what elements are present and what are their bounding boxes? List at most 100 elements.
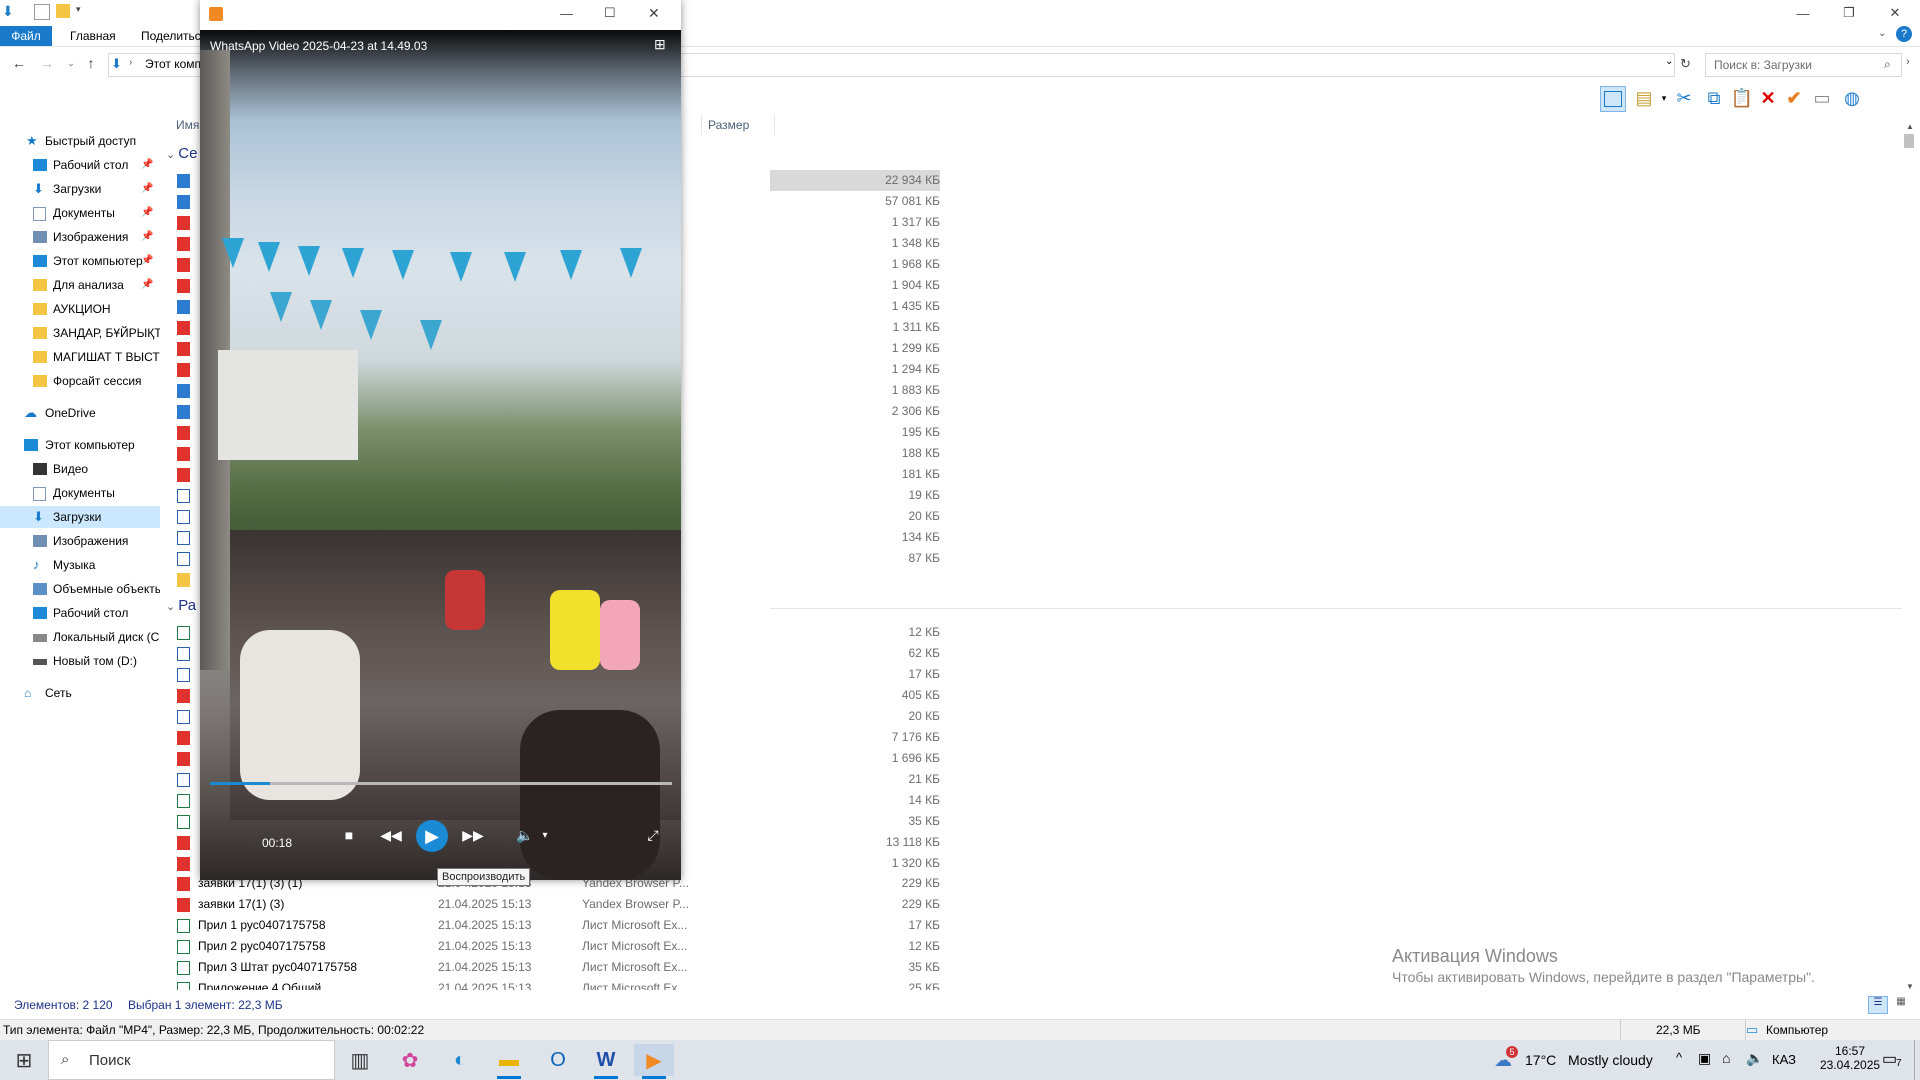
rewind-icon[interactable]: ◀◀	[378, 822, 404, 848]
address-dropdown-icon[interactable]: ⌄	[1665, 56, 1673, 67]
table-row[interactable]: Прил 2 рус0407175758 21.04.2025 15:13 Ли…	[170, 936, 950, 957]
nav-pc-documents[interactable]: Документы	[0, 482, 160, 504]
quick-access-dropdown-icon[interactable]: ▾	[76, 4, 81, 15]
file-explorer-icon[interactable]: ▬	[489, 1044, 529, 1079]
pdf-file-icon[interactable]	[177, 689, 190, 703]
search-input[interactable]: Поиск в: Загрузки ⌕	[1705, 53, 1902, 77]
properties-icon[interactable]	[34, 4, 50, 20]
nav-pc-video[interactable]: Видео	[0, 458, 160, 480]
tab-home[interactable]: Главная	[60, 26, 126, 46]
column-header-name[interactable]: Имя	[176, 115, 199, 135]
paste-icon[interactable]: 📋	[1730, 86, 1754, 110]
seek-bar[interactable]	[210, 782, 672, 785]
up-arrow-icon[interactable]: ↑	[82, 54, 100, 72]
word-file-icon[interactable]	[177, 773, 190, 787]
table-row[interactable]: Прил 1 рус0407175758 21.04.2025 15:13 Ли…	[170, 915, 950, 936]
nav-quick-folder[interactable]: АУКЦИОН	[0, 298, 160, 320]
pdf-file-icon[interactable]	[177, 752, 190, 766]
nav-pc-desktop[interactable]: Рабочий стол	[0, 602, 160, 624]
scroll-down-icon[interactable]: ▼	[1906, 982, 1914, 991]
network-icon[interactable]: ⌂	[1722, 1050, 1730, 1066]
group-header[interactable]: ⌄ Ра	[166, 597, 196, 614]
breadcrumb-chevron-icon[interactable]: ›	[129, 57, 132, 68]
word-file-icon[interactable]	[177, 647, 190, 661]
refresh-icon[interactable]: ↻	[1680, 56, 1691, 72]
excel-file-icon[interactable]	[177, 794, 190, 808]
back-arrow-icon[interactable]: ←	[10, 54, 28, 72]
nav-pc-music[interactable]: ♪ Музыка	[0, 554, 160, 576]
nav-quick-folder[interactable]: ЗАНДАР, БҰЙРЫҚТ	[0, 322, 160, 344]
word-file-icon[interactable]	[177, 531, 190, 545]
pdf-file-icon[interactable]	[177, 363, 190, 377]
pdf-file-icon[interactable]	[177, 321, 190, 335]
word-file-icon[interactable]	[177, 668, 190, 682]
new-folder-icon[interactable]	[56, 4, 70, 18]
delete-icon[interactable]: ✕	[1756, 86, 1780, 110]
rename-icon[interactable]: ▭	[1810, 86, 1834, 110]
help-icon[interactable]: ?	[1896, 26, 1912, 42]
media-player-icon[interactable]: ▶	[634, 1044, 674, 1079]
excel-file-icon[interactable]	[177, 815, 190, 829]
nav-this-pc[interactable]: Этот компьютер	[0, 434, 160, 456]
volume-icon[interactable]: 🔈	[1746, 1050, 1763, 1067]
tab-file[interactable]: Файл	[0, 26, 52, 46]
pdf-file-icon[interactable]	[177, 216, 190, 230]
word-icon[interactable]: W	[586, 1044, 626, 1079]
pdf-file-icon[interactable]	[177, 836, 190, 850]
video-file-icon[interactable]	[177, 405, 190, 419]
pdf-file-icon[interactable]	[177, 342, 190, 356]
pdf-file-icon[interactable]	[177, 279, 190, 293]
cut-icon[interactable]: ✂	[1672, 86, 1696, 110]
maximize-button[interactable]: ☐	[604, 5, 616, 21]
restore-button[interactable]: ❐	[1826, 0, 1872, 26]
pdf-file-icon[interactable]	[177, 426, 190, 440]
folder-icon[interactable]	[177, 573, 190, 587]
edge-icon[interactable]: ◐	[440, 1044, 480, 1076]
close-button[interactable]: ✕	[1872, 0, 1918, 26]
task-view-icon[interactable]: ▥	[340, 1044, 380, 1076]
nav-quick-folder[interactable]: Для анализа 📌	[0, 274, 160, 296]
video-file-icon[interactable]	[177, 174, 190, 188]
preview-pane-icon[interactable]	[1600, 86, 1626, 112]
nav-quick-folder[interactable]: Форсайт сессия	[0, 370, 160, 392]
nav-pc-3d-objects[interactable]: Объемные объекты	[0, 578, 160, 600]
video-frame[interactable]: WhatsApp Video 2025-04-23 at 14.49.03 ⊞	[200, 30, 681, 880]
pdf-file-icon[interactable]	[177, 237, 190, 251]
fast-forward-icon[interactable]: ▶▶	[460, 822, 486, 848]
nav-pc-disk-c[interactable]: Локальный диск (C	[0, 626, 160, 648]
breadcrumb[interactable]: Этот комп	[145, 57, 201, 71]
nav-pc-pictures[interactable]: Изображения	[0, 530, 160, 552]
nav-quick-pictures[interactable]: Изображения 📌	[0, 226, 160, 248]
word-file-icon[interactable]	[177, 510, 190, 524]
nav-quick-documents[interactable]: Документы 📌	[0, 202, 160, 224]
nav-quick-desktop[interactable]: Рабочий стол 📌	[0, 154, 160, 176]
minimize-button[interactable]: —	[1780, 0, 1826, 26]
table-row[interactable]: Приложение 4 Общий 21.04.2025 15:13 Лист…	[170, 978, 950, 990]
pdf-file-icon[interactable]	[177, 731, 190, 745]
notifications-icon[interactable]: ▭	[1882, 1049, 1897, 1069]
forward-arrow-icon[interactable]: →	[38, 54, 56, 72]
recent-locations-icon[interactable]: ⌄	[62, 54, 80, 72]
start-windows-icon[interactable]: ⊞	[4, 1044, 44, 1076]
outlook-icon[interactable]: O	[538, 1044, 578, 1076]
copilot-icon[interactable]: ✿	[390, 1044, 430, 1076]
word-file-icon[interactable]	[177, 489, 190, 503]
stop-icon[interactable]: ■	[336, 822, 362, 848]
pdf-file-icon[interactable]	[177, 258, 190, 272]
close-button[interactable]: ✕	[648, 5, 660, 22]
copy-icon[interactable]: ⧉	[1702, 86, 1726, 110]
checkmark-icon[interactable]: ✔	[1782, 86, 1806, 110]
nav-quick-access[interactable]: ★ Быстрый доступ	[0, 130, 160, 152]
pdf-file-icon[interactable]	[177, 468, 190, 482]
fullscreen-layout-icon[interactable]: ⊞	[654, 36, 666, 53]
video-file-icon[interactable]	[177, 300, 190, 314]
pdf-file-icon[interactable]	[177, 857, 190, 871]
show-desktop-button[interactable]	[1914, 1040, 1915, 1080]
pdf-file-icon[interactable]	[177, 447, 190, 461]
weather-temp[interactable]: 17°C	[1525, 1052, 1556, 1068]
nav-onedrive[interactable]: ☁ OneDrive	[0, 402, 160, 424]
word-file-icon[interactable]	[177, 552, 190, 566]
taskbar-search[interactable]: ⌕ Поиск	[48, 1040, 335, 1080]
tiles-view-icon[interactable]: ▦	[1892, 996, 1910, 1012]
word-file-icon[interactable]	[177, 710, 190, 724]
